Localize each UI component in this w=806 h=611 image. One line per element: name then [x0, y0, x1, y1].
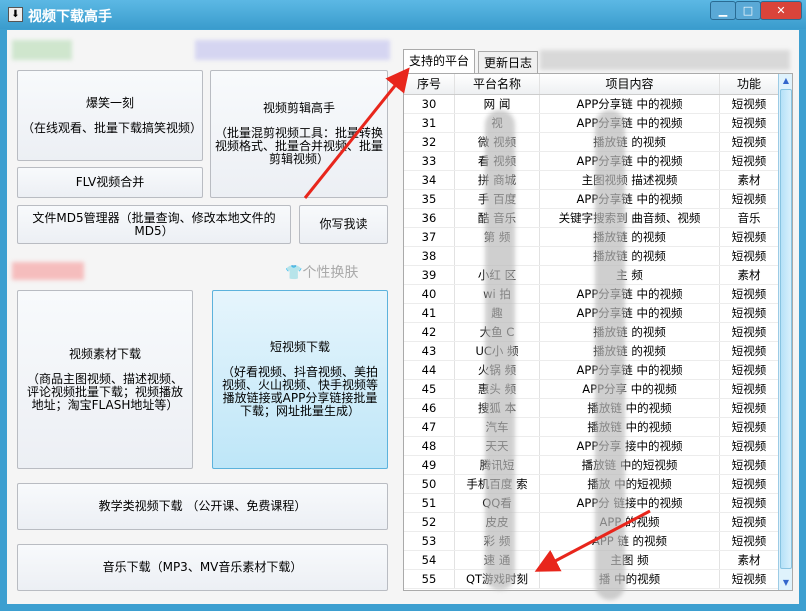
- arrow-to-tab: [303, 67, 410, 199]
- annotation-arrows: [303, 67, 651, 572]
- arrow-to-row: [534, 509, 651, 572]
